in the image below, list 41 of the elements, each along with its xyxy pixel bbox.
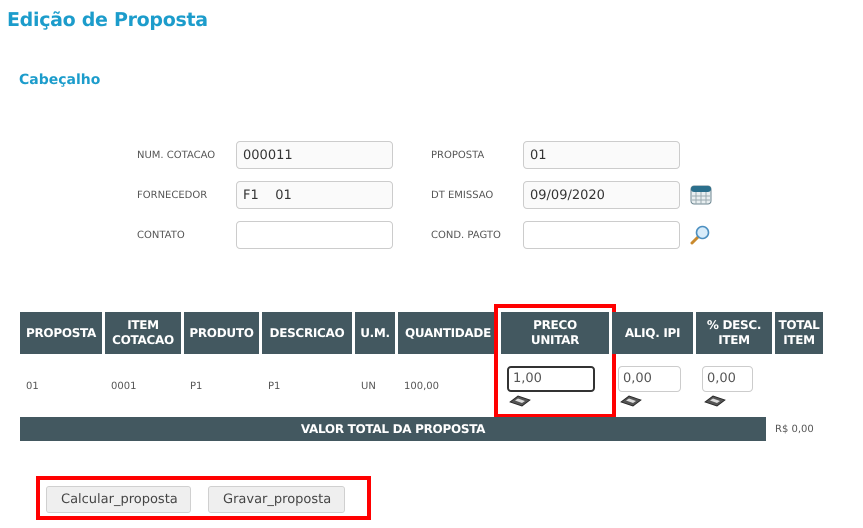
input-field[interactable]: F1 01 [236, 181, 393, 209]
column-header: ALIQ. IPI [612, 312, 693, 354]
table-cell-text: P1 [190, 380, 204, 392]
input-field[interactable] [523, 221, 680, 249]
input-field[interactable]: 0,00 [618, 366, 681, 392]
action-button[interactable]: Gravar_proposta [208, 486, 345, 513]
column-header: U.M. [355, 312, 395, 354]
calendar-icon[interactable] [690, 185, 712, 205]
field-label: COND. PAGTO [431, 230, 502, 240]
field-label: NUM. COTACAO [137, 150, 216, 160]
section-title: Cabeçalho [19, 72, 102, 88]
input-field[interactable] [236, 221, 393, 249]
total-value: R$ 0,00 [775, 424, 814, 434]
calculator-icon[interactable] [620, 394, 642, 406]
column-header: TOTAL ITEM [775, 312, 823, 354]
column-header: % DESC. ITEM [696, 312, 772, 354]
input-field[interactable]: 0,00 [702, 366, 753, 392]
column-header: PRODUTO [184, 312, 259, 354]
field-label: FORNECEDOR [137, 190, 208, 200]
table-cell-text: P1 [268, 380, 282, 392]
table-cell-text: 01 [26, 380, 40, 392]
field-label: DT EMISSAO [431, 190, 494, 200]
page-title: Edição de Proposta [7, 9, 209, 31]
column-header: DESCRICAO [262, 312, 352, 354]
input-field[interactable]: 01 [523, 141, 680, 169]
calculator-icon[interactable] [704, 394, 726, 406]
table-cell-text: 100,00 [404, 380, 440, 392]
column-header: PROPOSTA [20, 312, 102, 354]
table-cell-text: 0001 [111, 380, 138, 392]
calculator-icon[interactable] [509, 394, 531, 406]
field-label: CONTATO [137, 230, 186, 240]
table-cell-text: UN [361, 380, 377, 392]
input-field[interactable]: 1,00 [507, 366, 595, 392]
column-header: ITEM COTACAO [105, 312, 181, 354]
total-bar: VALOR TOTAL DA PROPOSTA [20, 417, 766, 441]
input-field[interactable]: 09/09/2020 [523, 181, 680, 209]
field-label: PROPOSTA [431, 150, 486, 160]
column-header: PRECO UNITAR [501, 312, 609, 354]
search-icon[interactable] [690, 225, 710, 245]
input-field[interactable]: 000011 [236, 141, 393, 169]
action-button[interactable]: Calcular_proposta [46, 486, 191, 513]
